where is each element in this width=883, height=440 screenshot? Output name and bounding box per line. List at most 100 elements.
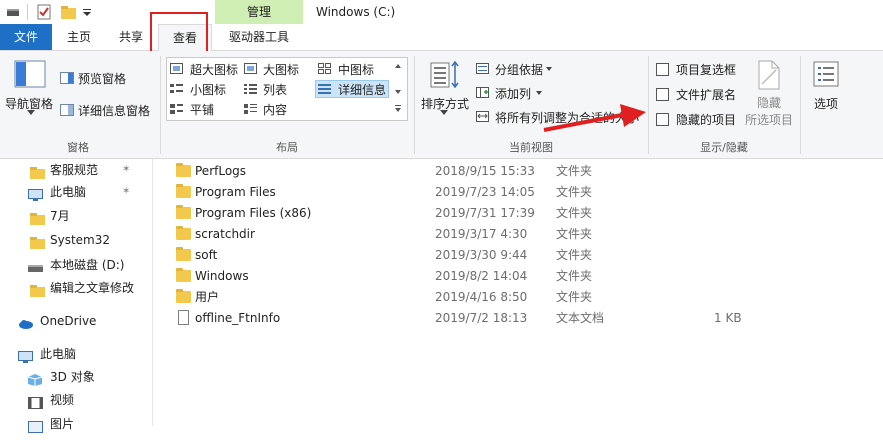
hidden-items-toggle[interactable]: 隐藏的项目: [654, 110, 750, 128]
file-date: 2019/3/30 9:44: [435, 248, 528, 262]
nav-item[interactable]: 编辑之文章修改: [0, 277, 150, 299]
nav-item[interactable]: 此电脑 ✶: [0, 181, 150, 203]
tab-share[interactable]: 共享: [106, 24, 156, 50]
quick-access-dropdown-icon[interactable]: [82, 8, 92, 18]
layout-group-label: 布局: [276, 141, 298, 154]
nav-item[interactable]: OneDrive: [0, 310, 150, 332]
nav-item[interactable]: 7月: [0, 205, 150, 227]
manage-contextual-tab[interactable]: 管理: [215, 0, 303, 24]
file-row[interactable]: soft 2019/3/30 9:44 文件夹: [170, 245, 883, 266]
small-icons-icon: [170, 84, 183, 93]
nav-item[interactable]: 图片: [0, 413, 150, 435]
hidden-items-label: 隐藏的项目: [676, 113, 737, 127]
tab-file[interactable]: 文件: [0, 24, 52, 50]
details-pane-button[interactable]: 详细信息窗格: [58, 101, 158, 119]
text-file-icon: [178, 310, 189, 325]
details-label: 详细信息: [338, 83, 387, 97]
layout-medium-icons[interactable]: 中图标: [318, 60, 398, 78]
file-date: 2019/7/23 14:05: [435, 185, 535, 199]
folder-icon: [30, 164, 45, 179]
file-type: 文件夹: [556, 185, 593, 199]
folder-icon: [176, 163, 191, 177]
file-row[interactable]: Program Files (x86) 2019/7/31 17:39 文件夹: [170, 203, 883, 224]
nav-item-label: 编辑之文章修改: [50, 281, 135, 295]
file-type: 文件夹: [556, 206, 593, 220]
folder-icon: [30, 234, 45, 249]
layout-extra-large-icons[interactable]: 超大图标: [170, 60, 250, 78]
large-icons-label: 大图标: [263, 63, 300, 77]
file-name: Program Files: [195, 185, 276, 199]
tab-drive-tools[interactable]: 驱动器工具: [215, 24, 303, 50]
file-date: 2019/7/31 17:39: [435, 206, 535, 220]
hidden-items-checkbox[interactable]: [656, 113, 669, 126]
file-type: 文件夹: [556, 290, 593, 304]
hide-selected-items-button[interactable]: 隐藏 所选项目: [742, 58, 798, 127]
layout-list[interactable]: 列表: [244, 80, 304, 98]
file-row[interactable]: 用户 2019/4/16 8:50 文件夹: [170, 287, 883, 308]
properties-icon[interactable]: [36, 4, 52, 20]
layout-tiles[interactable]: 平铺: [170, 100, 240, 118]
content-icon: [244, 104, 257, 114]
file-type: 文件夹: [556, 269, 593, 283]
file-row[interactable]: scratchdir 2019/3/17 4:30 文件夹: [170, 224, 883, 245]
pin-icon[interactable]: ✶: [122, 181, 130, 203]
preview-pane-button[interactable]: 预览窗格: [58, 69, 158, 87]
sort-by-icon: [430, 60, 459, 89]
new-folder-icon[interactable]: [60, 4, 78, 20]
item-checkboxes-checkbox[interactable]: [656, 63, 669, 76]
small-icons-label: 小图标: [190, 83, 227, 97]
drive-icon[interactable]: [6, 5, 20, 19]
tab-home[interactable]: 主页: [52, 24, 106, 50]
chevron-down-icon: [546, 67, 552, 71]
nav-item[interactable]: System32: [0, 229, 150, 251]
list-icon: [244, 84, 257, 94]
pane-group-label: 窗格: [67, 141, 89, 154]
add-columns-button[interactable]: 添加列: [476, 84, 546, 102]
pin-icon[interactable]: ✶: [122, 159, 130, 181]
options-button[interactable]: 选项: [806, 58, 848, 120]
view-tab-highlight-box: [150, 12, 208, 54]
nav-item[interactable]: 此电脑: [0, 343, 150, 365]
nav-item-label: 此电脑: [50, 185, 87, 199]
item-checkboxes-toggle[interactable]: 项目复选框: [654, 60, 750, 78]
file-date: 2019/4/16 8:50: [435, 290, 528, 304]
nav-item-label: 图片: [50, 417, 75, 431]
computer-icon: [18, 348, 33, 363]
layout-small-icons[interactable]: 小图标: [170, 80, 240, 98]
layout-content[interactable]: 内容: [244, 100, 304, 118]
file-date: 2019/7/2 18:13: [435, 311, 528, 325]
file-row[interactable]: offline_FtnInfo 2019/7/2 18:13 文本文档 1 KB: [170, 308, 883, 329]
layout-details[interactable]: 详细信息: [318, 80, 390, 98]
hide-selected-label-line1: 隐藏: [757, 96, 782, 110]
show-hide-group-label: 显示/隐藏: [700, 141, 748, 154]
nav-item[interactable]: 本地磁盘 (D:): [0, 254, 150, 276]
nav-pane-icon: [14, 60, 46, 88]
file-extensions-checkbox[interactable]: [656, 88, 669, 101]
tiles-icon: [170, 104, 183, 114]
nav-item-label: 此电脑: [40, 347, 77, 361]
extra-large-icons-icon: [170, 63, 183, 74]
nav-item[interactable]: 视频: [0, 389, 150, 411]
title-bar: [0, 0, 883, 24]
nav-pane-button[interactable]: 导航窗格: [2, 58, 54, 120]
file-size: 1 KB: [714, 311, 742, 325]
file-row[interactable]: Program Files 2019/7/23 14:05 文件夹: [170, 182, 883, 203]
video-icon: [28, 394, 43, 409]
large-icons-icon: [244, 63, 257, 74]
layout-large-icons[interactable]: 大图标: [244, 60, 314, 78]
nav-item-label: 7月: [50, 209, 70, 223]
medium-icons-icon: [318, 63, 331, 74]
nav-item-label: 视频: [50, 393, 75, 407]
details-icon: [318, 84, 331, 94]
file-row[interactable]: PerfLogs 2018/9/15 15:33 文件夹: [170, 161, 883, 182]
file-row[interactable]: Windows 2019/8/2 14:04 文件夹: [170, 266, 883, 287]
nav-item[interactable]: 客服规范 ✶: [0, 159, 150, 181]
file-extensions-toggle[interactable]: 文件扩展名: [654, 85, 750, 103]
sort-by-button[interactable]: 排序方式: [418, 58, 470, 120]
layout-gallery-scroll[interactable]: [394, 62, 402, 116]
nav-item[interactable]: 3D 对象: [0, 366, 150, 388]
group-by-button[interactable]: 分组依据: [476, 60, 556, 78]
file-name: soft: [195, 248, 218, 262]
chevron-down-icon: [27, 110, 35, 115]
preview-pane-icon: [60, 72, 74, 84]
